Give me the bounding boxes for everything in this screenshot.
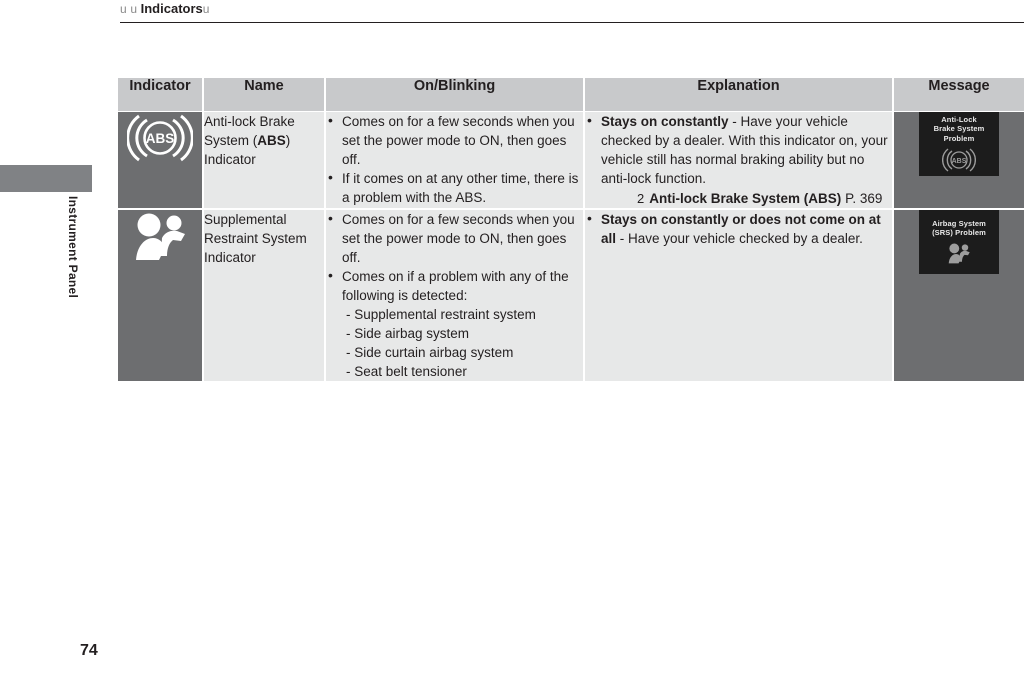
sub-list-item: - Seat belt tensioner — [346, 364, 467, 379]
list-item: Comes on if a problem with any of the fo… — [326, 266, 583, 381]
cross-reference[interactable]: 2 Anti-lock Brake System (ABS) P. 369 — [601, 189, 892, 208]
explanation-cell-abs: Stays on constantly - Have your vehicle … — [584, 111, 894, 210]
column-header-name: Name — [203, 78, 326, 112]
explanation-list: Stays on constantly - Have your vehicle … — [585, 111, 892, 208]
column-header-onblinking: On/Blinking — [325, 78, 585, 112]
sub-list-item: - Supplemental restraint system — [346, 307, 536, 322]
breadcrumb-arrow-3: u — [202, 2, 210, 16]
message-screen-text: Anti-Lock Brake System Problem — [933, 114, 985, 143]
xref-marker-icon: 2 — [637, 191, 645, 206]
section-label: Instrument Panel — [66, 196, 80, 299]
list-item: Comes on for a few seconds when you set … — [326, 111, 583, 169]
explanation-rest: - Have your vehicle checked by a dealer. — [616, 231, 863, 246]
table-row: Supplemental Restraint System Indicator … — [118, 209, 1024, 383]
header-divider — [120, 22, 1024, 23]
list-item: If it comes on at any other time, there … — [326, 168, 583, 207]
explanation-list: Stays on constantly or does not come on … — [585, 209, 892, 248]
section-tab-marker — [0, 165, 92, 192]
abs-indicator-icon: ABS — [126, 112, 194, 164]
table-header-row: Indicator Name On/Blinking Explanation M… — [118, 78, 1024, 112]
sub-list-item: - Side curtain airbag system — [346, 345, 514, 360]
svg-text:ABS: ABS — [952, 158, 967, 165]
indicators-table: Indicator Name On/Blinking Explanation M… — [118, 78, 1024, 383]
column-header-indicator: Indicator — [118, 78, 204, 112]
indicator-cell-abs: ABS — [118, 111, 204, 210]
breadcrumb-arrow-2: u — [130, 2, 137, 16]
sub-list-item: - Side airbag system — [346, 326, 470, 341]
message-cell-abs: Anti-Lock Brake System Problem ABS — [893, 111, 1024, 210]
list-item: Stays on constantly - Have your vehicle … — [585, 111, 892, 208]
table-row: ABS Anti-lock Brake System (ABS) Indicat… — [118, 111, 1024, 210]
onblinking-list: Comes on for a few seconds when you set … — [326, 111, 583, 207]
message-screen-abs: Anti-Lock Brake System Problem ABS — [919, 112, 999, 176]
indicator-name-text: Supplemental Restraint System Indicator — [204, 212, 307, 265]
xref-title: Anti-lock Brake System (ABS) — [649, 191, 842, 206]
list-item-text: Comes on if a problem with any of the fo… — [342, 269, 569, 303]
page-title: Indicators — [140, 1, 203, 16]
explanation-bold: Stays on constantly — [601, 114, 729, 129]
onblinking-cell-abs: Comes on for a few seconds when you set … — [325, 111, 585, 210]
breadcrumb: u u Indicatorsu — [120, 0, 209, 18]
page-number: 74 — [80, 642, 98, 659]
onblinking-list: Comes on for a few seconds when you set … — [326, 209, 583, 381]
indicator-cell-srs — [118, 209, 204, 383]
srs-indicator-icon — [129, 210, 191, 266]
name-cell-abs: Anti-lock Brake System (ABS) Indicator — [203, 111, 326, 210]
message-cell-srs: Airbag System (SRS) Problem — [893, 209, 1024, 383]
name-bold: ABS — [257, 133, 286, 148]
breadcrumb-arrow-1: u — [120, 2, 127, 16]
message-screen-text: Airbag System (SRS) Problem — [932, 218, 986, 238]
explanation-cell-srs: Stays on constantly or does not come on … — [584, 209, 894, 383]
indicator-name-text: Anti-lock Brake System (ABS) Indicator — [204, 114, 295, 167]
onblinking-cell-srs: Comes on for a few seconds when you set … — [325, 209, 585, 383]
name-cell-srs: Supplemental Restraint System Indicator — [203, 209, 326, 383]
list-item: Stays on constantly or does not come on … — [585, 209, 892, 248]
running-header: u u Indicatorsu — [0, 0, 1024, 24]
column-header-message: Message — [893, 78, 1024, 112]
abs-message-icon: ABS — [942, 147, 976, 173]
message-screen-srs: Airbag System (SRS) Problem — [919, 210, 999, 274]
svg-text:ABS: ABS — [146, 131, 175, 146]
list-item: Comes on for a few seconds when you set … — [326, 209, 583, 267]
column-header-explanation: Explanation — [584, 78, 894, 112]
srs-message-icon — [944, 242, 974, 266]
xref-page: P. 369 — [845, 191, 883, 206]
